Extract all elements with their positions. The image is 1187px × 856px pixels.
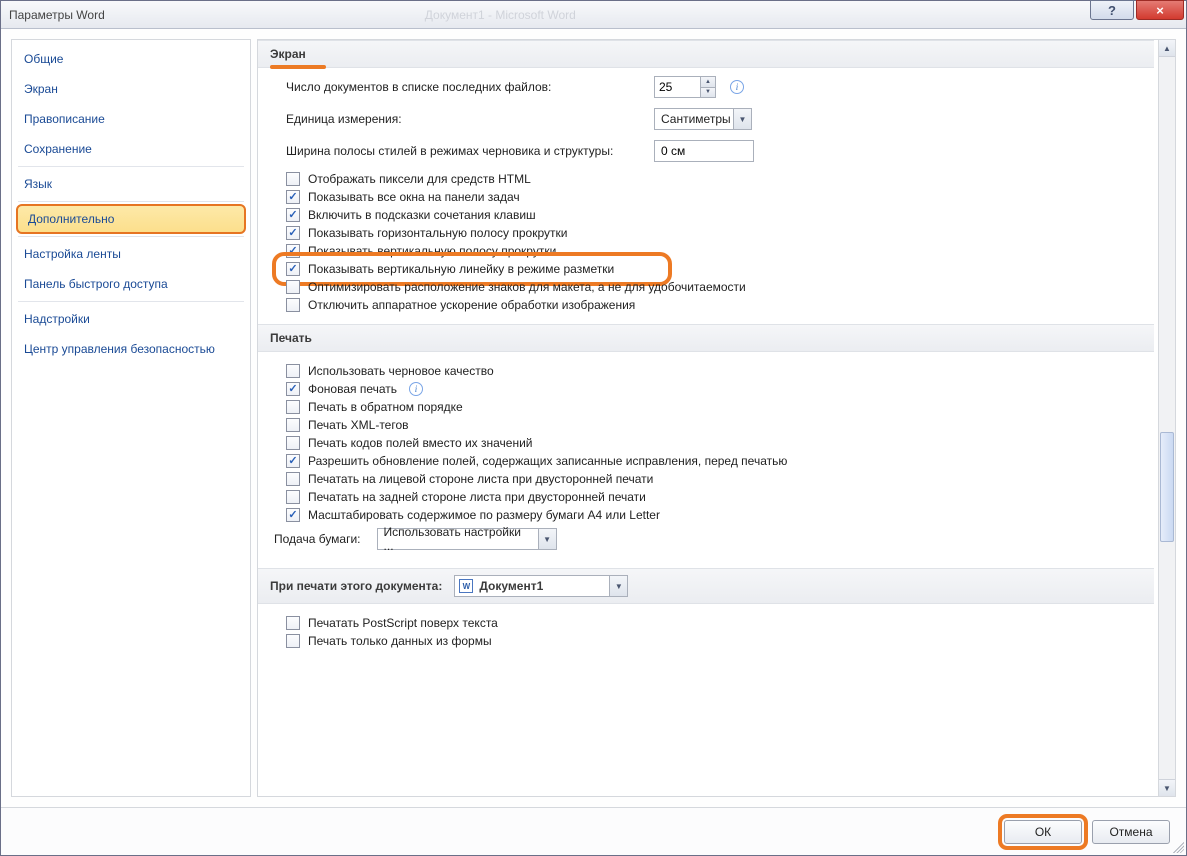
section-print-doc-header: При печати этого документа: W Документ1 … [258, 568, 1154, 604]
background-app-title: Документ1 - Microsoft Word [425, 8, 576, 22]
sidebar-item-trust-center[interactable]: Центр управления безопасностью [12, 334, 250, 364]
scroll-down-icon[interactable]: ▼ [1159, 779, 1175, 796]
sidebar-item-customize-ribbon[interactable]: Настройка ленты [12, 239, 250, 269]
chk-draft-quality: Использовать черновое качество [308, 364, 494, 378]
paper-feed-label: Подача бумаги: [274, 532, 361, 546]
chk-disable-hw-accel: Отключить аппаратное ускорение обработки… [308, 298, 635, 312]
spin-up-icon[interactable]: ▲ [701, 77, 715, 88]
info-icon: i [409, 382, 423, 396]
section-screen-header: Экран [258, 40, 1154, 68]
chk-h-scrollbar: Показывать горизонтальную полосу прокрут… [308, 226, 567, 240]
vertical-scrollbar[interactable]: ▲ ▼ [1158, 40, 1175, 796]
checkbox[interactable] [286, 382, 300, 396]
checkbox[interactable] [286, 262, 300, 276]
scroll-thumb[interactable] [1160, 432, 1174, 542]
checkbox[interactable] [286, 472, 300, 486]
checkbox[interactable] [286, 244, 300, 258]
units-label: Единица измерения: [286, 112, 644, 126]
chk-xml-tags: Печать XML-тегов [308, 418, 409, 432]
checkbox[interactable] [286, 190, 300, 204]
chk-form-data-only: Печать только данных из формы [308, 634, 492, 648]
chk-field-codes: Печать кодов полей вместо их значений [308, 436, 533, 450]
checkbox[interactable] [286, 280, 300, 294]
sidebar-item-save[interactable]: Сохранение [12, 134, 250, 164]
window-title: Параметры Word [9, 8, 105, 22]
units-dropdown[interactable]: Сантиметры ▼ [654, 108, 752, 130]
titlebar: Параметры Word Документ1 - Microsoft Wor… [1, 1, 1186, 29]
chk-v-scrollbar: Показывать вертикальную полосу прокрутки [308, 244, 556, 258]
chevron-down-icon: ▼ [609, 576, 627, 596]
info-icon: i [730, 80, 744, 94]
sidebar-item-general[interactable]: Общие [12, 44, 250, 74]
window-controls: ? × [1090, 1, 1186, 28]
recent-docs-spinner[interactable]: ▲ ▼ [654, 76, 716, 98]
recent-docs-label: Число документов в списке последних файл… [286, 80, 644, 94]
checkbox[interactable] [286, 418, 300, 432]
dialog-body: Общие Экран Правописание Сохранение Язык… [1, 29, 1186, 807]
chk-pixels-html: Отображать пиксели для средств HTML [308, 172, 531, 186]
sidebar-item-language[interactable]: Язык [12, 169, 250, 199]
checkbox[interactable] [286, 208, 300, 222]
sidebar-item-quick-access[interactable]: Панель быстрого доступа [12, 269, 250, 299]
style-width-label: Ширина полосы стилей в режимах черновика… [286, 144, 644, 158]
chk-windows-taskbar: Показывать все окна на панели задач [308, 190, 520, 204]
checkbox[interactable] [286, 616, 300, 630]
section-print-doc-body: Печатать PostScript поверх текста Печать… [258, 604, 1154, 660]
section-screen-body: Число документов в списке последних файл… [258, 68, 1154, 324]
checkbox[interactable] [286, 400, 300, 414]
sidebar-item-advanced[interactable]: Дополнительно [16, 204, 246, 234]
chk-back-duplex: Печатать на задней стороне листа при дву… [308, 490, 646, 504]
checkbox[interactable] [286, 364, 300, 378]
checkbox[interactable] [286, 490, 300, 504]
section-print-header: Печать [258, 324, 1154, 352]
scroll-area: Экран Число документов в списке последни… [258, 40, 1158, 796]
scroll-up-icon[interactable]: ▲ [1159, 40, 1175, 57]
spin-down-icon[interactable]: ▼ [701, 88, 715, 98]
checkbox[interactable] [286, 508, 300, 522]
checkbox[interactable] [286, 454, 300, 468]
settings-panel: Экран Число документов в списке последни… [257, 39, 1176, 797]
scroll-track[interactable] [1159, 57, 1175, 779]
chk-v-ruler: Показывать вертикальную линейку в режиме… [308, 262, 614, 276]
chk-scale-a4-letter: Масштабировать содержимое по размеру бум… [308, 508, 660, 522]
chk-postscript-over: Печатать PostScript поверх текста [308, 616, 498, 630]
checkbox[interactable] [286, 436, 300, 450]
chk-reverse-print: Печать в обратном порядке [308, 400, 463, 414]
resize-grip-icon[interactable] [1170, 839, 1184, 853]
checkbox[interactable] [286, 226, 300, 240]
options-dialog: Параметры Word Документ1 - Microsoft Wor… [0, 0, 1187, 856]
section-print-body: Использовать черновое качество Фоновая п… [258, 352, 1154, 568]
sidebar-item-screen[interactable]: Экран [12, 74, 250, 104]
chk-front-duplex: Печатать на лицевой стороне листа при дв… [308, 472, 653, 486]
close-button[interactable]: × [1136, 0, 1184, 20]
document-dropdown[interactable]: W Документ1 ▼ [454, 575, 628, 597]
word-doc-icon: W [459, 579, 473, 593]
chk-layout-optimize: Оптимизировать расположение знаков для м… [308, 280, 746, 294]
chk-update-fields: Разрешить обновление полей, содержащих з… [308, 454, 787, 468]
checkbox[interactable] [286, 172, 300, 186]
ok-button[interactable]: ОК [1004, 820, 1082, 844]
cancel-button[interactable]: Отмена [1092, 820, 1170, 844]
recent-docs-input[interactable] [654, 76, 700, 98]
chevron-down-icon: ▼ [538, 529, 556, 549]
style-width-input[interactable] [654, 140, 754, 162]
chk-shortcut-tooltips: Включить в подсказки сочетания клавиш [308, 208, 536, 222]
help-button[interactable]: ? [1090, 0, 1134, 20]
checkbox[interactable] [286, 298, 300, 312]
chevron-down-icon: ▼ [733, 109, 751, 129]
sidebar-item-addins[interactable]: Надстройки [12, 304, 250, 334]
category-sidebar: Общие Экран Правописание Сохранение Язык… [11, 39, 251, 797]
checkbox[interactable] [286, 634, 300, 648]
sidebar-item-proofing[interactable]: Правописание [12, 104, 250, 134]
paper-feed-dropdown[interactable]: Использовать настройки ... ▼ [377, 528, 557, 550]
dialog-footer: ОК Отмена [1, 807, 1186, 855]
chk-background-print: Фоновая печать [308, 382, 397, 396]
